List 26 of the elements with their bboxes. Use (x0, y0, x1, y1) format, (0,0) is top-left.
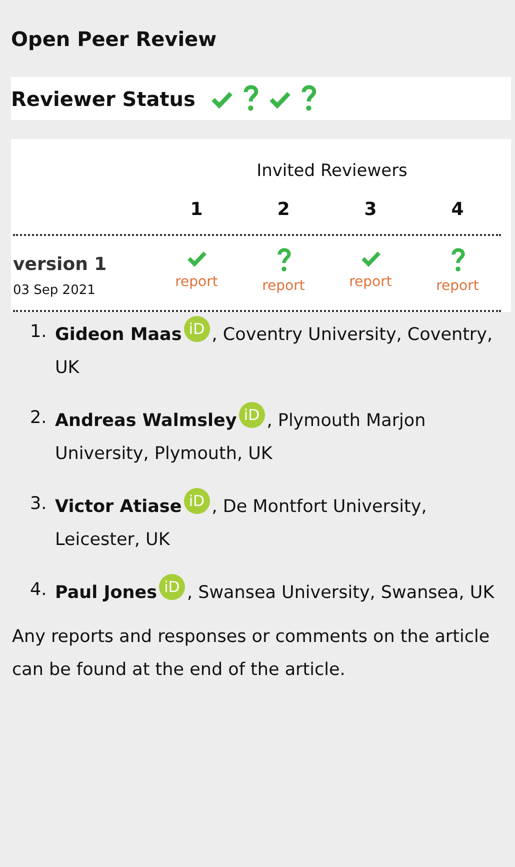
orcid-badge[interactable]: iD (184, 488, 210, 514)
column-header: 3 (363, 199, 378, 220)
footer-note: Any reports and responses or comments on the article can be found at the end of the article. (12, 626, 491, 682)
reviewer-entry: Paul Jones iD , Swansea University, Swansea, UK (55, 574, 499, 610)
report-link[interactable]: report (262, 278, 305, 294)
reviewer-entry: Andreas Walmsley iD , Plymouth Marjon University, Plymouth, UK (55, 402, 499, 471)
list-number: 2. (30, 407, 48, 430)
column-header: 1 (189, 199, 204, 220)
table-header: Invited Reviewers (256, 161, 408, 181)
version-label: version 1 (13, 254, 108, 275)
column-header: 4 (450, 199, 465, 220)
report-link[interactable]: report (175, 274, 218, 290)
column-header: 2 (276, 199, 291, 220)
orcid-badge[interactable]: iD (238, 402, 265, 428)
section-title: Open Peer Review (11, 26, 218, 53)
report-link[interactable]: report (349, 274, 392, 290)
list-number: 1. (30, 321, 48, 344)
report-link[interactable]: report (436, 278, 479, 294)
reviewer-entry: Gideon Maas iD , Coventry University, Coventry, UK (55, 316, 499, 385)
version-date: 03 Sep 2021 (13, 283, 96, 298)
list-number: 3. (30, 493, 48, 516)
list-number: 4. (30, 579, 48, 602)
status-label: Reviewer Status (11, 86, 196, 110)
orcid-badge[interactable]: iD (184, 316, 210, 342)
orcid-badge[interactable]: iD (159, 574, 185, 600)
reviewer-entry: Victor Atiase iD , De Montfort University, Leicester, UK (55, 488, 499, 557)
